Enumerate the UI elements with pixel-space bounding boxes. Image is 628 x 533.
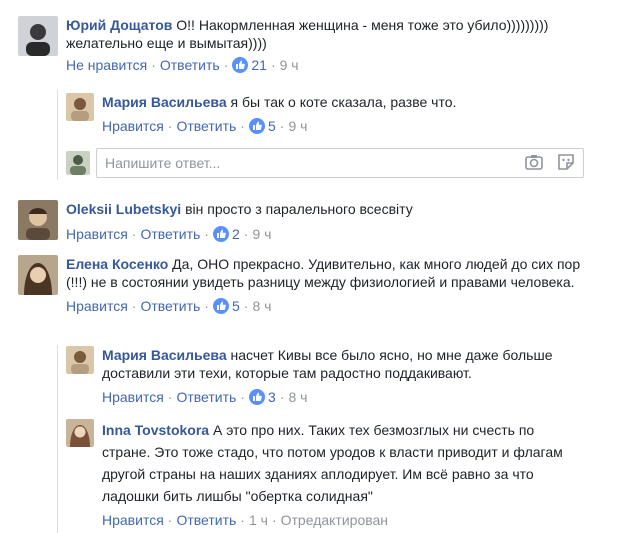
reply-composer: Напишите ответ... — [66, 148, 584, 178]
comment-time[interactable]: 1 ч — [249, 511, 268, 529]
reply-button[interactable]: Ответить — [160, 56, 220, 74]
sticker-icon[interactable] — [557, 153, 575, 174]
avatar — [66, 151, 90, 175]
comment-author[interactable]: Юрий Дощатов — [66, 17, 172, 33]
reply-thread-line — [57, 345, 58, 533]
reply: Inna Tovstokora А это про них. Таких тех… — [66, 419, 572, 529]
comment-time[interactable]: 9 ч — [280, 56, 299, 74]
thumbs-up-icon — [212, 298, 229, 314]
comment-body: я бы так о коте сказала, разве что. — [230, 94, 457, 110]
thumbs-up-icon — [232, 57, 249, 73]
comment-author[interactable]: Мария Васильева — [102, 94, 227, 110]
comment-author[interactable]: Inna Tovstokora — [102, 422, 209, 438]
comment-author[interactable]: Oleksii Lubetskyi — [66, 201, 181, 217]
reply-button[interactable]: Ответить — [140, 297, 200, 315]
avatar[interactable] — [18, 200, 58, 240]
thumbs-up-icon — [212, 226, 229, 242]
like-button[interactable]: Нравится — [66, 297, 128, 315]
reply-button[interactable]: Ответить — [176, 117, 236, 135]
like-button[interactable]: Нравится — [102, 511, 164, 529]
comment-actions: Не нравится · Ответить · 21 · 9 ч — [66, 56, 299, 74]
comment-author[interactable]: Мария Васильева — [102, 347, 227, 363]
like-button[interactable]: Нравится — [66, 225, 128, 243]
reply: Мария Васильева насчет Кивы все было ясн… — [66, 346, 592, 406]
reply-thread-line — [57, 90, 58, 180]
like-count[interactable]: 21 — [232, 56, 267, 74]
comment-author[interactable]: Елена Косенко — [66, 256, 168, 272]
reply: Мария Васильева я бы так о коте сказала,… — [66, 93, 602, 135]
like-count[interactable]: 5 — [212, 297, 240, 315]
unlike-button[interactable]: Не нравится — [66, 56, 147, 74]
avatar[interactable] — [66, 346, 94, 374]
comment-time[interactable]: 9 ч — [252, 225, 271, 243]
like-button[interactable]: Нравится — [102, 117, 164, 135]
comment: Oleksii Lubetskyi він просто з паралельн… — [18, 200, 611, 243]
thumbs-up-icon — [248, 118, 265, 134]
like-count[interactable]: 2 — [212, 225, 240, 243]
avatar[interactable] — [18, 16, 58, 56]
comment: Юрий Дощатов О!! Накормленная женщина - … — [18, 16, 611, 74]
comment: Елена Косенко Да, ОНО прекрасно. Удивите… — [18, 255, 601, 315]
edited-label[interactable]: Отредактирован — [281, 511, 388, 529]
reply-button[interactable]: Ответить — [176, 511, 236, 529]
reply-button[interactable]: Ответить — [140, 225, 200, 243]
comment-time[interactable]: 8 ч — [288, 388, 307, 406]
thumbs-up-icon — [248, 389, 265, 405]
comment-text: Юрий Дощатов О!! Накормленная женщина - … — [66, 16, 611, 52]
camera-icon[interactable] — [525, 154, 543, 173]
like-button[interactable]: Нравится — [102, 388, 164, 406]
reply-input[interactable]: Напишите ответ... — [96, 148, 584, 178]
like-count[interactable]: 5 — [248, 117, 276, 135]
comment-time[interactable]: 9 ч — [288, 117, 307, 135]
like-count[interactable]: 3 — [248, 388, 276, 406]
comment-body: він просто з паралельного всесвіту — [185, 201, 413, 217]
reply-button[interactable]: Ответить — [176, 388, 236, 406]
avatar[interactable] — [66, 93, 94, 121]
avatar[interactable] — [18, 255, 58, 295]
comment-time[interactable]: 8 ч — [252, 297, 271, 315]
avatar[interactable] — [66, 419, 94, 447]
